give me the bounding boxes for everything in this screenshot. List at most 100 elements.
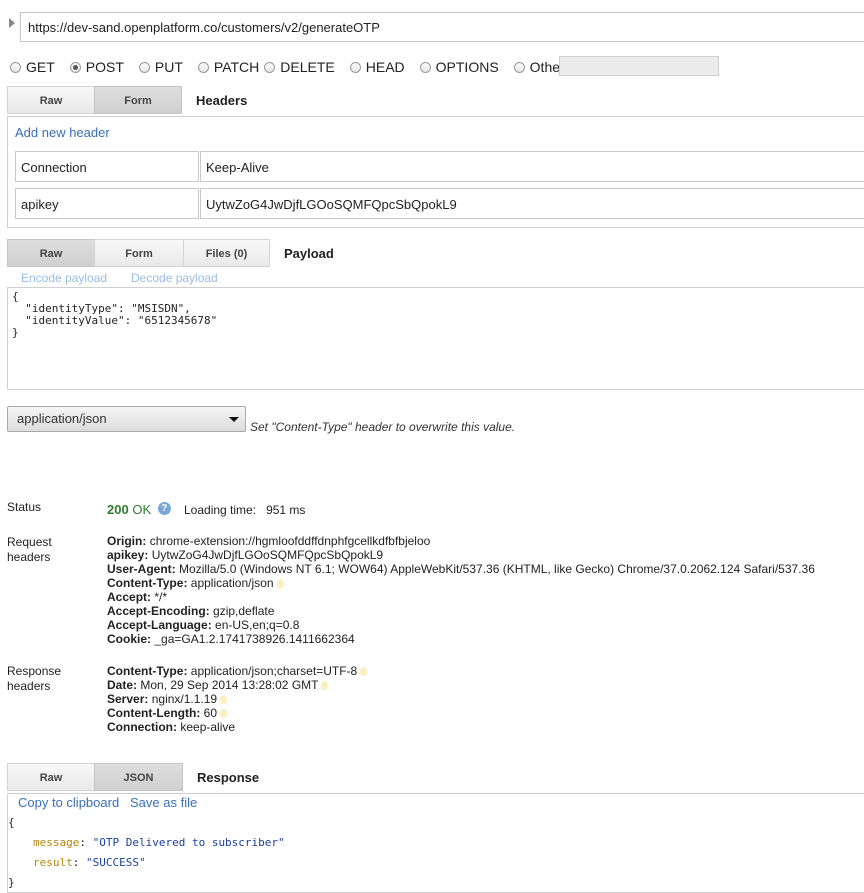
method-delete[interactable]: DELETE	[264, 59, 335, 75]
loading-time: Loading time: 951 ms	[184, 503, 305, 517]
radio-icon[interactable]	[349, 61, 361, 73]
json-row: result: "SUCCESS"	[33, 856, 146, 869]
other-method-input[interactable]	[559, 56, 719, 76]
header-value: gzip,deflate	[213, 604, 275, 618]
header-name-field[interactable]: apikey	[15, 188, 199, 219]
header-name: Origin	[107, 534, 143, 548]
lightbulb-icon[interactable]	[220, 695, 228, 705]
chevron-down-icon	[229, 417, 239, 422]
header-row: Connection: keep-alive	[107, 720, 367, 734]
header-colon: :	[173, 720, 177, 734]
status-value: 200 OK ?	[107, 502, 171, 517]
method-get[interactable]: GET	[10, 59, 55, 75]
header-name: Connection	[107, 720, 173, 734]
status-code: 200	[107, 502, 129, 517]
encode-payload-link[interactable]: Encode payload	[21, 271, 107, 285]
radio-icon[interactable]	[513, 61, 525, 73]
lightbulb-icon[interactable]	[321, 681, 329, 691]
method-head[interactable]: HEAD	[349, 59, 405, 75]
loading-time-label: Loading time:	[184, 503, 257, 517]
decode-payload-link[interactable]: Decode payload	[131, 271, 218, 285]
lightbulb-icon[interactable]	[220, 709, 228, 719]
header-value: application/json;charset=UTF-8	[190, 664, 358, 678]
method-options[interactable]: OPTIONS	[419, 59, 499, 75]
content-type-select[interactable]: application/json	[7, 406, 246, 432]
header-name-field[interactable]: Connection	[15, 151, 199, 182]
header-colon: :	[205, 604, 210, 618]
header-row: User-Agent: Mozilla/5.0 (Windows NT 6.1;…	[107, 562, 815, 576]
json-key: result	[33, 856, 73, 869]
method-label: POST	[85, 59, 124, 75]
tab-payload-form[interactable]: Form	[94, 239, 184, 267]
tab-headers-form[interactable]: Form	[94, 86, 182, 114]
json-value: "OTP Delivered to subscriber"	[92, 836, 285, 849]
header-colon: :	[196, 706, 201, 720]
tab-response-raw[interactable]: Raw	[7, 763, 95, 791]
method-put[interactable]: PUT	[138, 59, 183, 75]
tab-payload-files[interactable]: Files (0)	[183, 239, 270, 267]
payload-editor[interactable]: { "identityType": "MSISDN", "identityVal…	[7, 287, 864, 390]
header-name: Accept-Encoding	[107, 604, 206, 618]
url-expand-arrow-icon[interactable]	[9, 18, 15, 28]
header-value-field[interactable]: UytwZoG4JwDjfLGOoSQMFQpcSbQpokL9	[200, 188, 864, 219]
header-value: application/json	[190, 576, 274, 590]
response-headers-list: Content-Type: application/json;charset=U…	[107, 664, 368, 734]
header-row: Accept-Encoding: gzip,deflate	[107, 604, 815, 618]
radio-icon[interactable]	[264, 61, 276, 73]
header-name: Cookie	[107, 632, 148, 646]
radio-icon[interactable]	[419, 61, 431, 73]
radio-checked-icon[interactable]	[69, 61, 81, 73]
save-as-file-link[interactable]: Save as file	[130, 795, 197, 810]
url-input[interactable]: https://dev-sand.openplatform.co/custome…	[20, 12, 864, 42]
header-name: Content-Type	[107, 576, 184, 590]
method-post[interactable]: POST	[69, 59, 124, 75]
request-headers-label-1: Request	[7, 535, 52, 549]
payload-text: { "identityType": "MSISDN", "identityVal…	[12, 290, 218, 339]
tab-headers-raw[interactable]: Raw	[7, 86, 95, 114]
json-close-brace: }	[8, 876, 15, 889]
payload-section-title: Payload	[284, 246, 334, 261]
loading-time-value: 951 ms	[266, 503, 306, 517]
add-new-header-link[interactable]: Add new header	[15, 125, 110, 140]
header-value-field[interactable]: Keep-Alive	[200, 151, 864, 182]
radio-icon[interactable]	[10, 61, 21, 73]
lightbulb-icon[interactable]	[360, 667, 368, 677]
tab-response-json[interactable]: JSON	[94, 763, 183, 791]
header-row: Content-Type: application/json;charset=U…	[107, 664, 368, 678]
request-headers-label-2: headers	[7, 550, 51, 564]
header-value: chrome-extension://hgmloofddffdnphfgcell…	[149, 534, 431, 548]
content-type-hint: Set "Content-Type" header to overwrite t…	[250, 420, 516, 434]
header-name: Accept	[107, 590, 148, 604]
question-circle-icon[interactable]: ?	[157, 502, 171, 515]
status-label: Status	[7, 500, 42, 514]
copy-to-clipboard-link[interactable]: Copy to clipboard	[18, 795, 119, 810]
header-colon: :	[183, 664, 188, 678]
json-open-brace: {	[8, 816, 15, 829]
header-value: _ga=GA1.2.1741738926.1411662364	[154, 632, 355, 646]
response-section-title: Response	[197, 770, 260, 785]
header-row: apikey: UytwZoG4JwDjfLGOoSQMFQpcSbQpokL9	[107, 548, 815, 562]
status-text: OK	[132, 502, 152, 517]
header-colon: :	[144, 692, 149, 706]
tab-payload-raw[interactable]: Raw	[7, 239, 95, 267]
header-value: keep-alive	[180, 720, 236, 734]
header-row: Accept-Language: en-US,en;q=0.8	[107, 618, 815, 632]
header-colon: :	[147, 632, 152, 646]
radio-icon[interactable]	[197, 61, 209, 73]
method-other[interactable]: Other	[513, 59, 565, 75]
lightbulb-icon[interactable]	[276, 579, 284, 589]
method-patch[interactable]: PATCH	[197, 59, 259, 75]
header-row: Content-Type: application/json	[107, 576, 815, 590]
header-value: nginx/1.1.19	[151, 692, 218, 706]
header-name: Content-Type	[107, 664, 184, 678]
header-row: Date: Mon, 29 Sep 2014 13:28:02 GMT	[107, 678, 367, 692]
headers-section-title: Headers	[196, 93, 248, 108]
header-row: Origin: chrome-extension://hgmloofddffdn…	[107, 534, 815, 548]
json-key: message	[33, 836, 80, 849]
header-row: Accept: */*	[107, 590, 815, 604]
header-value: */*	[154, 590, 168, 604]
header-name: Date	[107, 678, 134, 692]
header-row: Cookie: _ga=GA1.2.1741738926.1411662364	[107, 632, 815, 646]
radio-icon[interactable]	[138, 61, 150, 73]
header-colon: :	[183, 576, 188, 590]
